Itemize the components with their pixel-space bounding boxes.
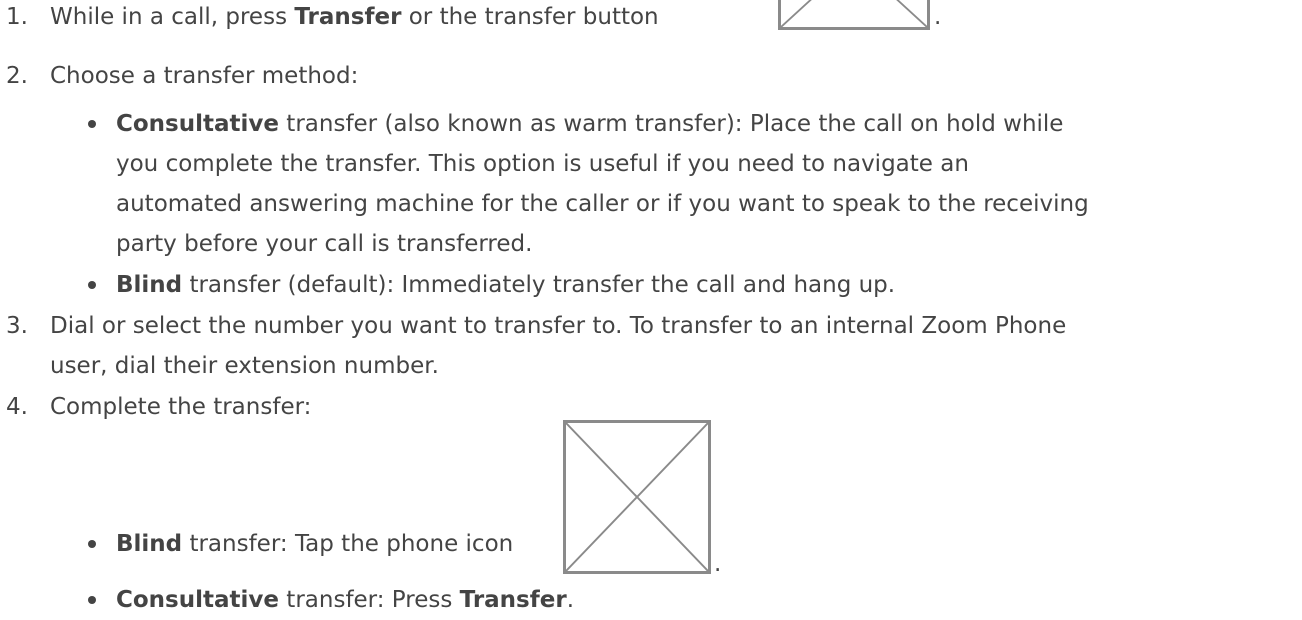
step-number: 1. [6,4,28,30]
step-text: Choose a transfer method: [50,63,359,89]
bullet-dot [88,540,96,548]
bullet-text: Consultative transfer (also known as war… [116,111,1089,257]
bullet-dot [88,120,96,128]
bullet-blind-complete-period: . [714,551,722,577]
instructions-document: 1. While in a call, press Transfer or th… [0,0,1302,613]
step-text: Dial or select the number you want to tr… [50,313,1067,379]
step-number: 4. [6,394,28,420]
step-text: While in a call, press Transfer or the t… [50,4,659,30]
step-number: 3. [6,313,28,339]
bullet-text: Consultative transfer: Press Transfer. [116,587,575,613]
bullet-blind: Blind transfer (default): Immediately tr… [88,265,1302,305]
step-3: 3. Dial or select the number you want to… [0,306,1302,386]
step-1-period: . [934,4,942,30]
step-number: 2. [6,63,28,89]
transfer-label: Transfer [459,587,567,613]
phone-icon-image-placeholder-icon[interactable] [563,420,711,574]
bullet-consultative: Consultative transfer (also known as war… [88,104,1302,264]
transfer-button-image-placeholder-icon[interactable] [778,0,930,30]
step-1: 1. While in a call, press Transfer or th… [0,0,1302,37]
transfer-label: Transfer [294,4,402,30]
step-2: 2. Choose a transfer method: [0,56,1302,96]
bullet-consultative-complete: Consultative transfer: Press Transfer. [88,580,1302,620]
bullet-dot [88,596,96,604]
bullet-dot [88,281,96,289]
bullet-text: Blind transfer (default): Immediately tr… [116,272,896,298]
